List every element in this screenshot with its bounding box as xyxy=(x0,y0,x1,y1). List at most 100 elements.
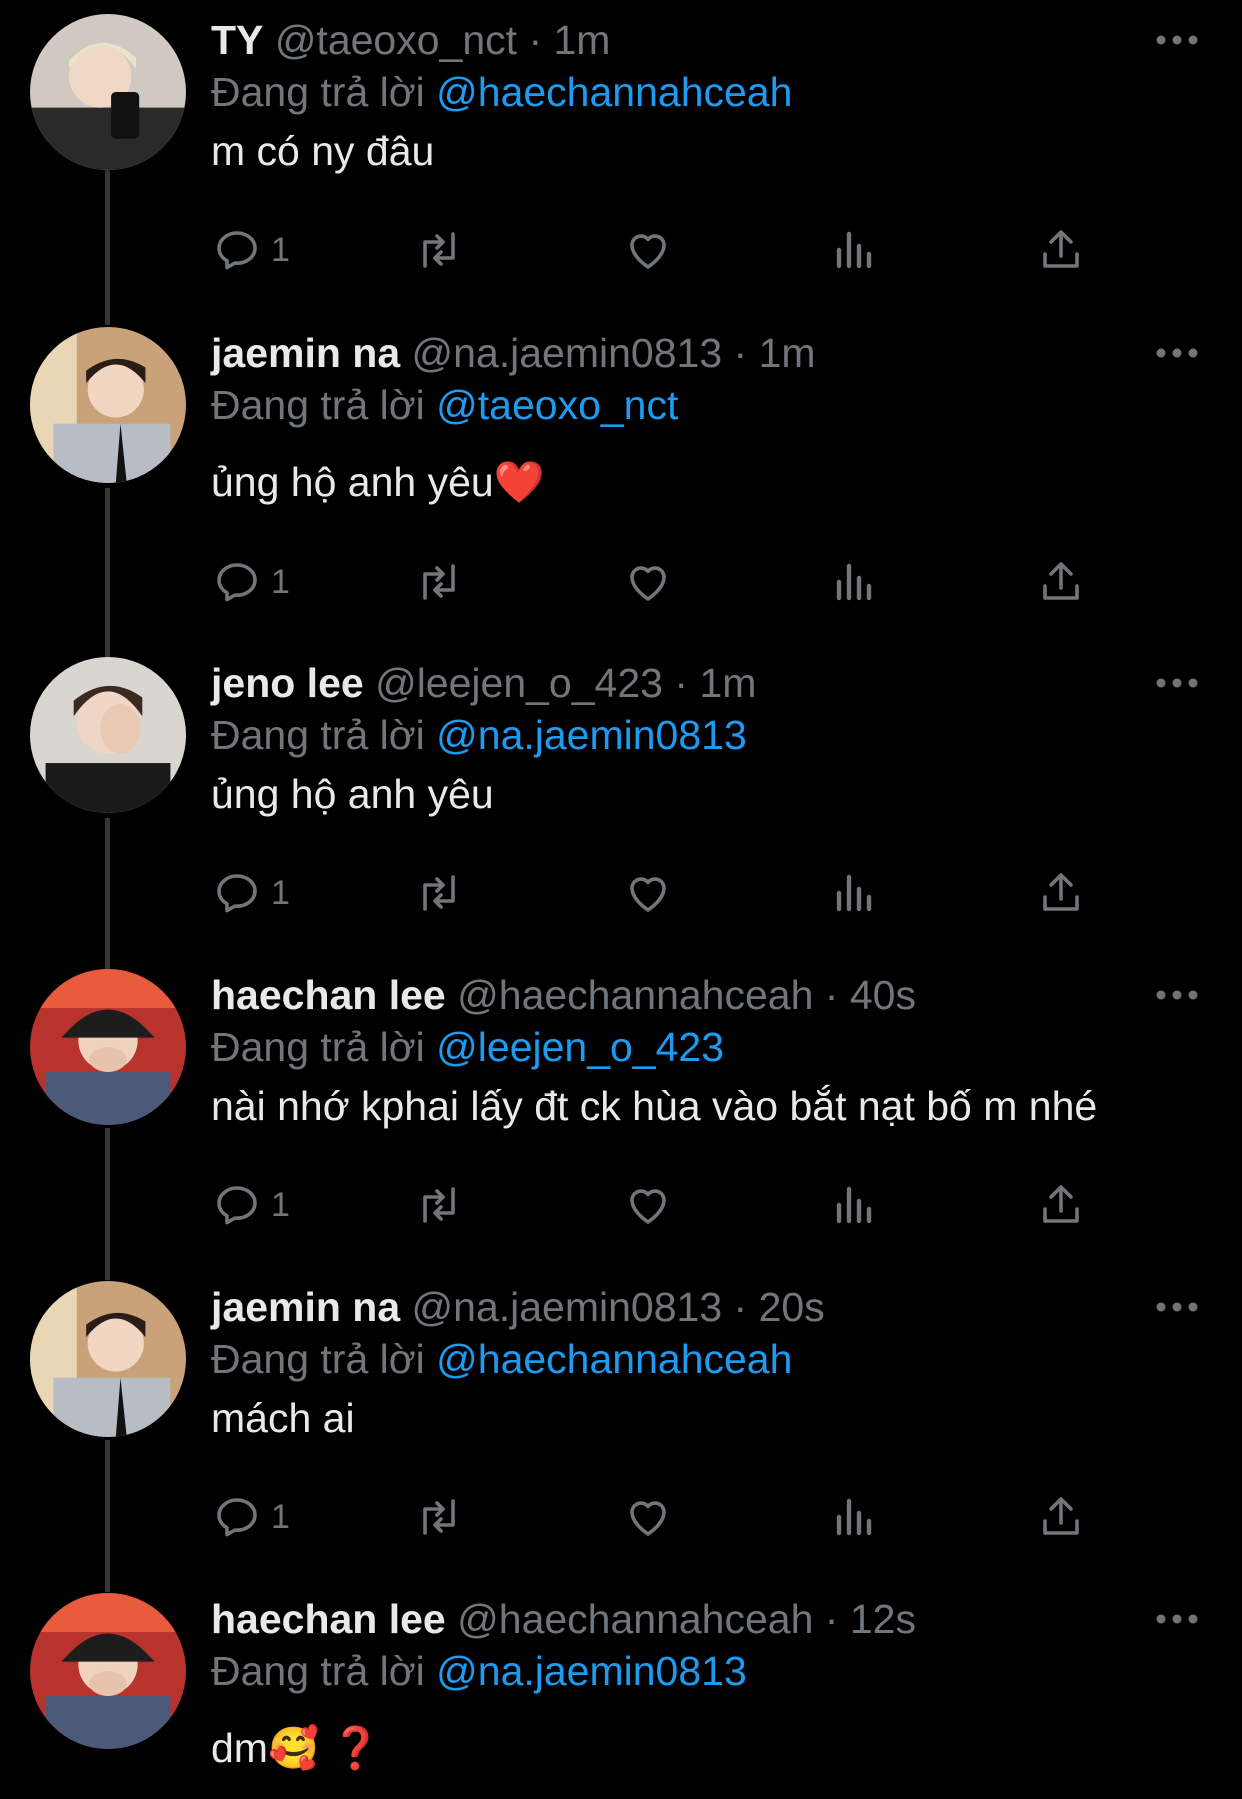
action-bar: 1 xyxy=(211,552,1111,612)
views-icon xyxy=(836,1498,872,1536)
timestamp[interactable]: 1m xyxy=(759,330,816,376)
views-button[interactable] xyxy=(831,552,879,612)
thread-line xyxy=(105,1128,110,1280)
share-button[interactable] xyxy=(1037,552,1085,612)
more-icon xyxy=(1156,1302,1198,1312)
like-button[interactable] xyxy=(624,552,672,612)
display-name[interactable]: jeno lee xyxy=(211,660,364,706)
reply-to-mention[interactable]: @na.jaemin0813 xyxy=(436,712,747,758)
username[interactable]: @haechannahceah xyxy=(457,972,813,1018)
display-name[interactable]: haechan lee xyxy=(211,1596,446,1642)
share-icon xyxy=(1043,230,1079,268)
avatar[interactable] xyxy=(30,1281,186,1437)
avatar-haechan-image xyxy=(30,969,186,1125)
tweet-body: jeno lee @leejen_o_423 · 1m Đang trả lời… xyxy=(211,657,1202,820)
more-button[interactable] xyxy=(1152,14,1202,66)
tweet-header: TY @taeoxo_nct · 1m xyxy=(211,14,1202,66)
reply-icon xyxy=(217,1186,257,1225)
reply-to-mention[interactable]: @leejen_o_423 xyxy=(436,1024,724,1070)
tweet-text: ủng hộ anh yêu❤️ xyxy=(211,459,545,505)
reply-to-mention[interactable]: @na.jaemin0813 xyxy=(436,1648,747,1694)
tweet-text: nài nhớ kphai lấy đt ck hùa vào bắt nạt … xyxy=(211,1083,1098,1129)
avatar-jeno-image xyxy=(30,657,186,813)
avatar[interactable] xyxy=(30,1593,186,1749)
display-name[interactable]: haechan lee xyxy=(211,972,446,1018)
views-icon xyxy=(836,563,872,601)
avatar[interactable] xyxy=(30,14,186,170)
retweet-button[interactable] xyxy=(415,1487,463,1547)
more-button[interactable] xyxy=(1152,327,1202,379)
avatar[interactable] xyxy=(30,327,186,483)
username[interactable]: @haechannahceah xyxy=(457,1596,813,1642)
retweet-icon xyxy=(423,875,455,911)
avatar[interactable] xyxy=(30,657,186,813)
username[interactable]: @taeoxo_nct xyxy=(275,17,517,63)
reply-button[interactable]: 1 xyxy=(213,863,290,923)
more-icon xyxy=(1156,35,1198,45)
views-button[interactable] xyxy=(831,1175,879,1235)
username[interactable]: @na.jaemin0813 xyxy=(412,330,723,376)
display-name[interactable]: jaemin na xyxy=(211,1284,400,1330)
tweet-body: haechan lee @haechannahceah · 40s Đang t… xyxy=(211,969,1202,1132)
retweet-button[interactable] xyxy=(415,863,463,923)
like-button[interactable] xyxy=(624,220,672,280)
like-button[interactable] xyxy=(624,863,672,923)
like-button[interactable] xyxy=(624,1175,672,1235)
retweet-icon xyxy=(423,564,455,600)
replying-to: Đang trả lời @taeoxo_nct xyxy=(211,379,1202,431)
timestamp[interactable]: 40s xyxy=(850,972,916,1018)
replying-label: Đang trả lời xyxy=(211,382,425,428)
timestamp[interactable]: 1m xyxy=(699,660,756,706)
more-button[interactable] xyxy=(1152,1593,1202,1645)
tweet-text: ủng hộ anh yêu xyxy=(211,771,494,817)
views-button[interactable] xyxy=(831,863,879,923)
username[interactable]: @na.jaemin0813 xyxy=(412,1284,723,1330)
like-icon xyxy=(630,1501,666,1536)
reply-button[interactable]: 1 xyxy=(213,1487,290,1547)
tweet-body: jaemin na @na.jaemin0813 · 1m Đang trả l… xyxy=(211,327,1202,508)
like-icon xyxy=(630,566,666,601)
tweet-header: haechan lee @haechannahceah · 12s xyxy=(211,1593,1202,1645)
retweet-button[interactable] xyxy=(415,220,463,280)
share-icon xyxy=(1043,873,1079,911)
share-button[interactable] xyxy=(1037,863,1085,923)
more-button[interactable] xyxy=(1152,1281,1202,1333)
replying-to: Đang trả lời @na.jaemin0813 xyxy=(211,709,1202,761)
like-button[interactable] xyxy=(624,1487,672,1547)
replying-label: Đang trả lời xyxy=(211,712,425,758)
more-icon xyxy=(1156,678,1198,688)
more-button[interactable] xyxy=(1152,657,1202,709)
retweet-button[interactable] xyxy=(415,552,463,612)
timestamp[interactable]: 12s xyxy=(850,1596,916,1642)
reply-icon xyxy=(217,563,257,602)
timestamp[interactable]: 20s xyxy=(759,1284,825,1330)
reply-to-mention[interactable]: @haechannahceah xyxy=(436,1336,792,1382)
like-icon xyxy=(630,1189,666,1224)
more-button[interactable] xyxy=(1152,969,1202,1021)
reply-to-mention[interactable]: @haechannahceah xyxy=(436,69,792,115)
reply-to-mention[interactable]: @taeoxo_nct xyxy=(436,382,678,428)
views-button[interactable] xyxy=(831,1487,879,1547)
share-button[interactable] xyxy=(1037,1487,1085,1547)
separator-dot: · xyxy=(733,1284,748,1330)
reply-button[interactable]: 1 xyxy=(213,1175,290,1235)
reply-button[interactable]: 1 xyxy=(213,552,290,612)
views-button[interactable] xyxy=(831,220,879,280)
separator-dot: · xyxy=(824,1596,839,1642)
thread-line xyxy=(105,1440,110,1592)
avatar[interactable] xyxy=(30,969,186,1125)
share-button[interactable] xyxy=(1037,220,1085,280)
share-button[interactable] xyxy=(1037,1175,1085,1235)
username[interactable]: @leejen_o_423 xyxy=(375,660,663,706)
reply-button[interactable]: 1 xyxy=(213,220,290,280)
action-bar: 1 xyxy=(211,220,1111,280)
tweet-body: TY @taeoxo_nct · 1m Đang trả lời @haecha… xyxy=(211,14,1202,177)
views-icon xyxy=(836,1186,872,1224)
display-name[interactable]: TY xyxy=(211,17,263,63)
retweet-button[interactable] xyxy=(415,1175,463,1235)
like-icon xyxy=(630,877,666,912)
retweet-icon xyxy=(423,1499,455,1535)
timestamp[interactable]: 1m xyxy=(554,17,611,63)
display-name[interactable]: jaemin na xyxy=(211,330,400,376)
views-icon xyxy=(836,231,872,269)
